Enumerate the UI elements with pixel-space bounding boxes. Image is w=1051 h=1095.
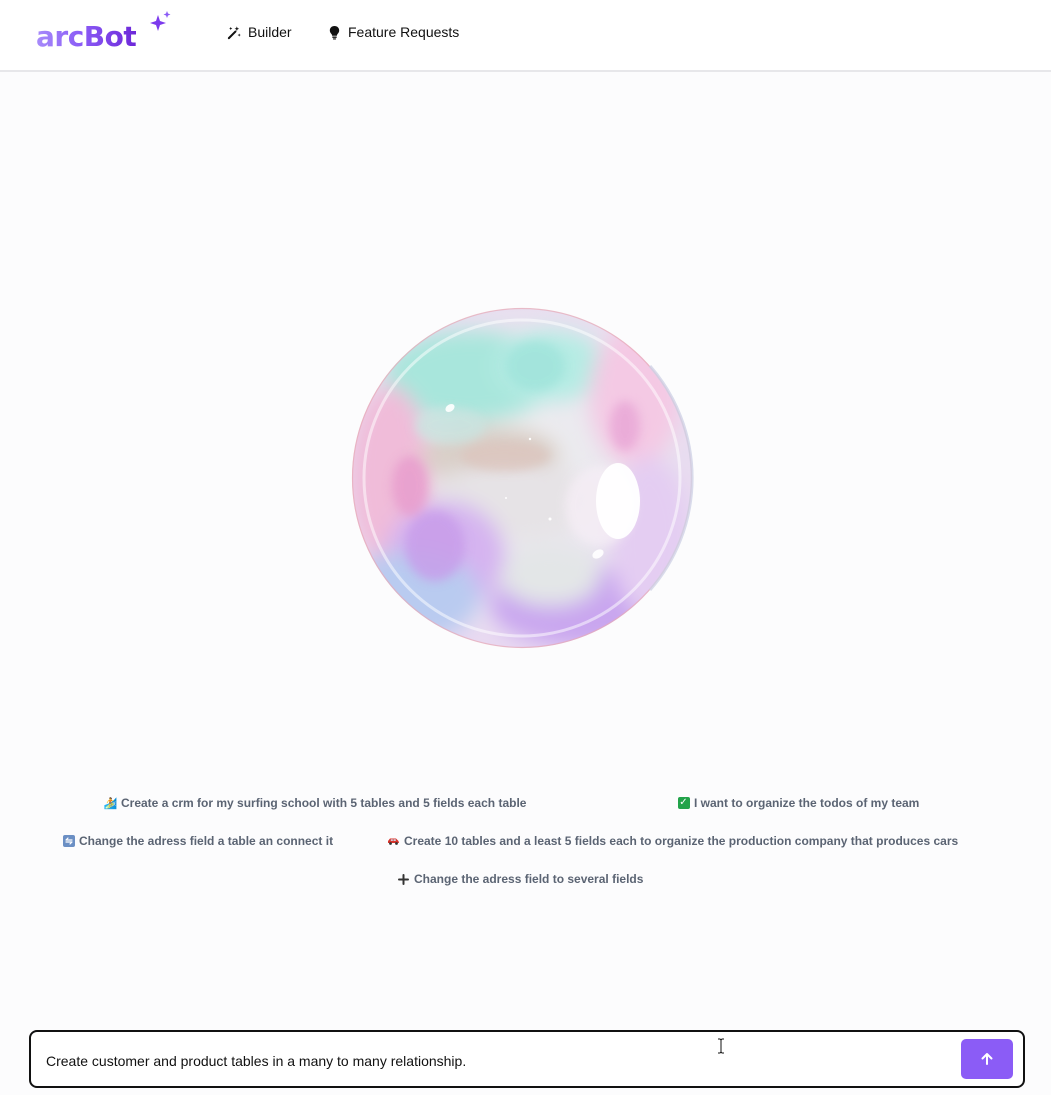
top-nav-bar: arcBot Builder Feature Requests: [0, 0, 1051, 72]
lightbulb-icon: [329, 25, 340, 40]
surfer-icon: 🏄: [103, 797, 118, 810]
plus-icon: [397, 873, 410, 886]
suggestion-label: Change the adress field a table an conne…: [79, 834, 334, 848]
chat-input-container: [29, 1030, 1025, 1088]
chat-input[interactable]: [46, 1050, 946, 1072]
suggestion-label: I want to organize the todos of my team: [694, 796, 920, 810]
send-button[interactable]: [961, 1039, 1013, 1079]
nav-builder-label: Builder: [248, 24, 292, 40]
suggestion-label: Create a crm for my surfing school with …: [121, 796, 527, 810]
arcbot-logo[interactable]: arcBot: [36, 10, 176, 54]
arrow-up-icon: [981, 1053, 993, 1065]
return-arrow-icon: [62, 835, 75, 848]
text-cursor-icon: [718, 1038, 724, 1054]
suggestion-label: Create 10 tables and a least 5 fields ea…: [404, 834, 959, 848]
nav-feature-requests-label: Feature Requests: [348, 24, 460, 40]
orb-graphic: [351, 307, 694, 649]
suggestion-chip[interactable]: 🏄 Create a crm for my surfing school wit…: [103, 796, 527, 810]
logo-text: arcBot: [36, 20, 137, 53]
suggestion-chip[interactable]: ✓ I want to organize the todos of my tea…: [677, 796, 919, 810]
suggestion-chip[interactable]: Change the adress field to several field…: [397, 872, 643, 886]
suggestion-chip[interactable]: Create 10 tables and a least 5 fields ea…: [387, 834, 958, 848]
car-icon: [387, 835, 400, 848]
nav-feature-requests[interactable]: Feature Requests: [327, 24, 459, 40]
sparkle-icon: [150, 11, 171, 31]
suggestion-label: Change the adress field to several field…: [414, 872, 644, 886]
ai-orb-animation: [350, 306, 694, 650]
magic-wand-icon: [227, 25, 241, 39]
nav-builder[interactable]: Builder: [227, 24, 292, 40]
checkmark-icon: ✓: [677, 797, 690, 809]
suggestion-chip[interactable]: Change the adress field a table an conne…: [62, 834, 333, 848]
